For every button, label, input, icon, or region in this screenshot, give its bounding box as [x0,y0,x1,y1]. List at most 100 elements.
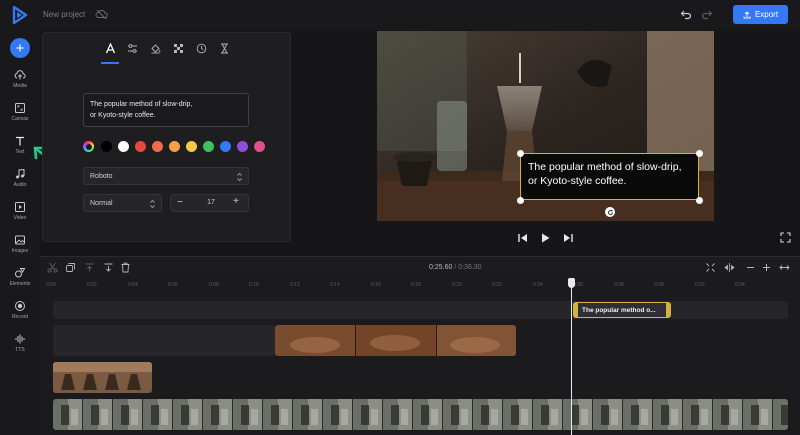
resize-handle[interactable] [517,150,524,157]
resize-handle[interactable] [696,197,703,204]
font-family-select[interactable]: Roboto [83,167,249,185]
color-swatch[interactable] [237,141,248,152]
tab-text-style[interactable] [103,41,117,55]
tab-timing[interactable] [194,41,208,55]
sidebar-item-label: Record [11,314,29,320]
sidebar-item-audio[interactable]: Audio [0,168,40,198]
sidebar-item-tts[interactable]: TTS [0,333,40,363]
sidebar-item-images[interactable]: Images [0,234,40,264]
tab-opacity[interactable] [171,41,185,55]
sidebar-item-label: Text [15,149,25,155]
sidebar-item-label: Media [13,83,27,89]
current-time: 0:25.60 [429,264,453,271]
color-swatch[interactable] [203,141,214,152]
redo-icon[interactable] [701,8,713,20]
color-swatch[interactable] [101,141,112,152]
color-swatch[interactable] [220,141,231,152]
expand-timeline-icon[interactable] [779,262,790,273]
record-icon [15,301,25,311]
image-clip[interactable] [53,362,152,393]
sidebar-item-label: Elements [9,281,31,287]
tab-adjust[interactable] [125,41,139,55]
trash-icon[interactable] [120,262,131,273]
font-weight-value: Normal [90,199,113,207]
sidebar: + Media Canvas Text Audio Video Images E… [0,30,40,435]
playhead-line [571,280,572,435]
ruler-tick: 0:22 [492,282,502,288]
export-button[interactable]: Export [733,5,788,24]
hourglass-icon [220,43,228,53]
app-logo-icon[interactable] [12,6,28,24]
color-swatch[interactable] [254,141,265,152]
tab-duration[interactable] [217,41,231,55]
playhead-handle[interactable] [568,278,575,288]
text-icon [16,136,24,146]
ruler-tick: 0:12 [290,282,300,288]
split-icon[interactable] [724,262,735,273]
skip-forward-icon[interactable] [562,232,574,244]
ruler-tick: 0:14 [330,282,340,288]
zoom-in-icon[interactable] [761,262,772,273]
waveform-icon [15,334,25,344]
zoom-out-icon[interactable] [745,262,756,273]
editor-app: New project Export + Media Canvas Text A… [0,0,800,435]
sidebar-item-elements[interactable]: Elements [0,267,40,297]
increase-size-button[interactable]: + [233,196,242,208]
sidebar-item-record[interactable]: Record [0,300,40,330]
text-content-input[interactable]: The popular method of slow-drip, or Kyot… [83,93,249,127]
shapes-icon [15,268,26,278]
main-video-clip[interactable] [53,399,788,430]
video-track-empty[interactable] [53,325,275,356]
text-clip[interactable]: The popular method o... [573,302,671,318]
text-track[interactable] [53,301,788,319]
play-icon[interactable] [539,232,551,244]
video-clip[interactable] [275,325,516,356]
ruler-tick: 0:18 [411,282,421,288]
sidebar-item-label: Images [11,248,29,254]
undo-icon[interactable] [680,8,692,20]
decrease-size-button[interactable]: − [177,197,186,209]
text-style-icon [105,42,115,53]
scissors-icon[interactable] [47,262,58,273]
sidebar-item-canvas[interactable]: Canvas [0,102,40,132]
timeline-toolbar: 0:25.60 / 0:36.30 [40,256,800,278]
sidebar-item-video[interactable]: Video [0,201,40,231]
custom-color-picker[interactable] [83,141,94,152]
move-up-icon[interactable] [84,262,95,273]
rotate-handle[interactable] [605,207,615,217]
color-swatch[interactable] [152,141,163,152]
color-swatch[interactable] [186,141,197,152]
panel-tabs [43,33,290,64]
font-weight-select[interactable]: Normal [83,194,162,212]
chevron-updown-icon [237,172,242,182]
timeline-ruler[interactable]: 0:00 0:02 0:04 0:06 0:08 0:10 0:12 0:14 … [40,278,800,292]
resize-handle[interactable] [696,150,703,157]
ruler-tick: 0:24 [533,282,543,288]
move-down-icon[interactable] [103,262,114,273]
clock-icon [196,43,206,53]
font-size-value[interactable]: 17 [205,199,217,206]
color-swatch[interactable] [118,141,129,152]
ruler-tick: 0:32 [695,282,705,288]
chevron-updown-icon [150,199,155,209]
preview-caption-text[interactable]: The popular method of slow-drip, or Kyot… [520,153,699,200]
resize-handle[interactable] [517,197,524,204]
project-name[interactable]: New project [43,10,85,19]
add-button[interactable]: + [10,38,30,58]
tab-fill[interactable] [148,41,162,55]
sidebar-item-media[interactable]: Media [0,69,40,99]
ruler-tick: 0:16 [371,282,381,288]
active-tab-indicator [101,62,119,64]
fullscreen-icon[interactable] [780,232,791,243]
skip-back-icon[interactable] [517,232,529,244]
sidebar-item-label: TTS [15,347,25,353]
color-swatch[interactable] [135,141,146,152]
color-swatch[interactable] [169,141,180,152]
time-separator: / [454,264,457,271]
export-label: Export [754,10,779,19]
top-bar: New project Export [0,0,800,30]
duplicate-icon[interactable] [65,262,76,273]
fit-timeline-icon[interactable] [705,262,716,273]
canvas-icon [15,103,25,113]
ruler-tick: 0:00 [46,282,56,288]
